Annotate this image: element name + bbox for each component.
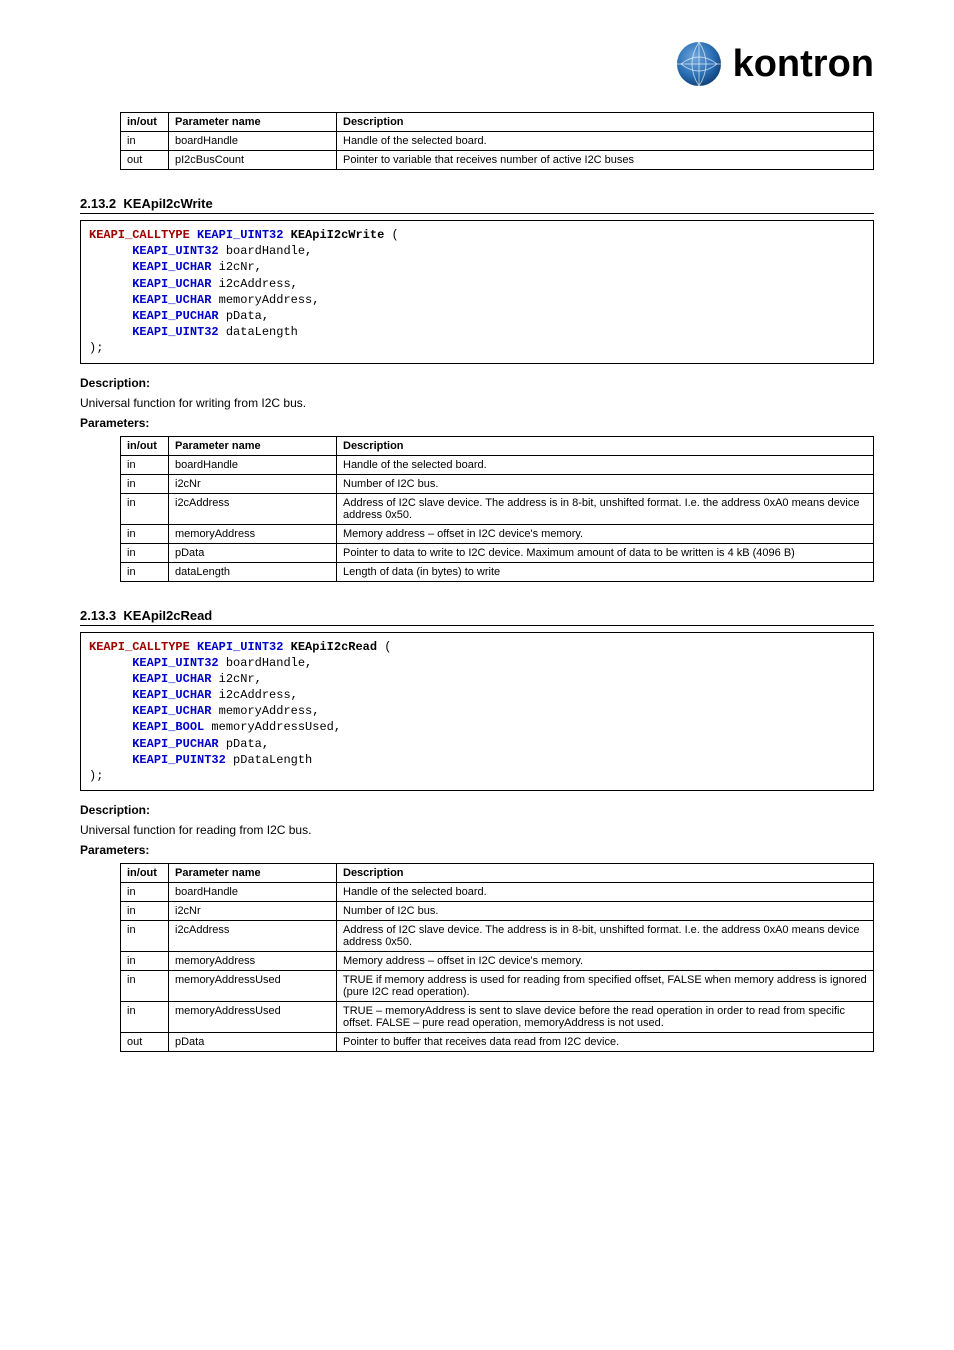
section-title: KEApiI2cWrite (123, 196, 212, 211)
table-row: ini2cAddressAddress of I2C slave device.… (121, 493, 874, 524)
table-cell: Memory address – offset in I2C device's … (337, 524, 874, 543)
table-cell: memoryAddressUsed (169, 971, 337, 1002)
table-row: inpDataPointer to data to write to I2C d… (121, 543, 874, 562)
table-cell: i2cAddress (169, 921, 337, 952)
section-header-read: 2.13.3 KEApiI2cRead (80, 608, 874, 626)
code-block-read: KEAPI_CALLTYPE KEAPI_UINT32 KEApiI2cRead… (80, 632, 874, 792)
table-cell: in (121, 455, 169, 474)
table-cell: TRUE if memory address is used for readi… (337, 971, 874, 1002)
params-label: Parameters: (80, 416, 874, 430)
th-inout: in/out (121, 864, 169, 883)
table-cell: pData (169, 543, 337, 562)
table-cell: out (121, 1033, 169, 1052)
code-block-write: KEAPI_CALLTYPE KEAPI_UINT32 KEApiI2cWrit… (80, 220, 874, 364)
params-label: Parameters: (80, 843, 874, 857)
table-cell: memoryAddressUsed (169, 1002, 337, 1033)
table-cell: in (121, 474, 169, 493)
table-cell: Handle of the selected board. (337, 883, 874, 902)
table-cell: in (121, 902, 169, 921)
th-inout: in/out (121, 113, 169, 132)
desc-text: Universal function for reading from I2C … (80, 823, 874, 837)
brand-logo: kontron (675, 40, 874, 88)
th-desc: Description (337, 436, 874, 455)
table-cell: dataLength (169, 562, 337, 581)
th-desc: Description (337, 864, 874, 883)
table-row: inmemoryAddressUsedTRUE – memoryAddress … (121, 1002, 874, 1033)
table-cell: boardHandle (169, 883, 337, 902)
table-row: inmemoryAddressMemory address – offset i… (121, 524, 874, 543)
table-cell: memoryAddress (169, 952, 337, 971)
table-cell: Address of I2C slave device. The address… (337, 921, 874, 952)
section-title: KEApiI2cRead (123, 608, 212, 623)
table-cell: in (121, 952, 169, 971)
table-cell: out (121, 151, 169, 170)
table-cell: Handle of the selected board. (337, 132, 874, 151)
table-row: inboardHandleHandle of the selected boar… (121, 132, 874, 151)
table-cell: pI2cBusCount (169, 151, 337, 170)
table-row: indataLengthLength of data (in bytes) to… (121, 562, 874, 581)
section-num: 2.13.2 (80, 196, 116, 211)
th-desc: Description (337, 113, 874, 132)
table-cell: in (121, 883, 169, 902)
table-row: outpDataPointer to buffer that receives … (121, 1033, 874, 1052)
desc-label: Description: (80, 376, 874, 390)
th-inout: in/out (121, 436, 169, 455)
table-cell: memoryAddress (169, 524, 337, 543)
table-cell: boardHandle (169, 132, 337, 151)
table-cell: in (121, 132, 169, 151)
table-cell: Address of I2C slave device. The address… (337, 493, 874, 524)
intro-tbody: inboardHandleHandle of the selected boar… (121, 132, 874, 170)
section-header-write: 2.13.2 KEApiI2cWrite (80, 196, 874, 214)
table-cell: Pointer to data to write to I2C device. … (337, 543, 874, 562)
table-cell: Length of data (in bytes) to write (337, 562, 874, 581)
read-params-table: in/out Parameter name Description inboar… (120, 863, 874, 1052)
table-row: ini2cAddressAddress of I2C slave device.… (121, 921, 874, 952)
kontron-globe-icon (675, 40, 723, 88)
write-tbody: inboardHandleHandle of the selected boar… (121, 455, 874, 581)
table-row: inmemoryAddressUsedTRUE if memory addres… (121, 971, 874, 1002)
table-cell: in (121, 1002, 169, 1033)
table-cell: Pointer to buffer that receives data rea… (337, 1033, 874, 1052)
table-cell: i2cNr (169, 474, 337, 493)
desc-label: Description: (80, 803, 874, 817)
th-param: Parameter name (169, 864, 337, 883)
table-cell: pData (169, 1033, 337, 1052)
table-cell: in (121, 524, 169, 543)
table-row: inboardHandleHandle of the selected boar… (121, 455, 874, 474)
write-params-table: in/out Parameter name Description inboar… (120, 436, 874, 582)
table-cell: TRUE – memoryAddress is sent to slave de… (337, 1002, 874, 1033)
table-cell: in (121, 971, 169, 1002)
intro-params-table: in/out Parameter name Description inboar… (120, 112, 874, 170)
table-cell: Pointer to variable that receives number… (337, 151, 874, 170)
table-row: outpI2cBusCountPointer to variable that … (121, 151, 874, 170)
table-cell: i2cNr (169, 902, 337, 921)
section-num: 2.13.3 (80, 608, 116, 623)
table-row: inboardHandleHandle of the selected boar… (121, 883, 874, 902)
table-cell: Memory address – offset in I2C device's … (337, 952, 874, 971)
th-param: Parameter name (169, 113, 337, 132)
table-cell: Number of I2C bus. (337, 474, 874, 493)
table-cell: Number of I2C bus. (337, 902, 874, 921)
table-cell: in (121, 493, 169, 524)
table-cell: i2cAddress (169, 493, 337, 524)
table-cell: in (121, 921, 169, 952)
brand-name: kontron (733, 43, 874, 86)
table-row: ini2cNrNumber of I2C bus. (121, 902, 874, 921)
table-cell: in (121, 543, 169, 562)
table-cell: Handle of the selected board. (337, 455, 874, 474)
table-row: ini2cNrNumber of I2C bus. (121, 474, 874, 493)
logo-row: kontron (80, 40, 874, 88)
table-cell: in (121, 562, 169, 581)
table-cell: boardHandle (169, 455, 337, 474)
desc-text: Universal function for writing from I2C … (80, 396, 874, 410)
read-tbody: inboardHandleHandle of the selected boar… (121, 883, 874, 1052)
table-row: inmemoryAddressMemory address – offset i… (121, 952, 874, 971)
th-param: Parameter name (169, 436, 337, 455)
